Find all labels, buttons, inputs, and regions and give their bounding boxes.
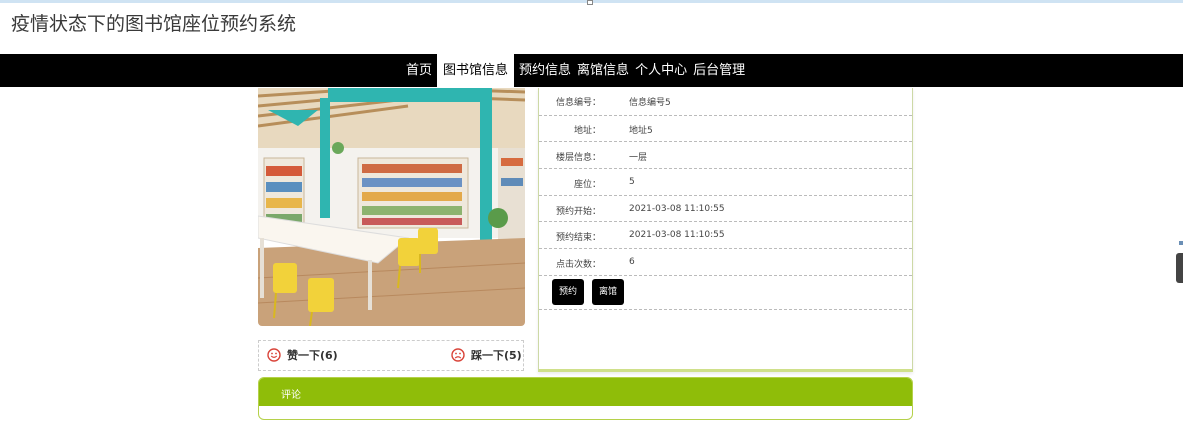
leave-button[interactable]: 离馆: [592, 279, 624, 305]
nav-personal-center[interactable]: 个人中心: [632, 54, 690, 87]
dislike-button[interactable]: 踩一下(5): [451, 347, 522, 363]
library-details-panel: 信息编号： 信息编号5 地址： 地址5 楼层信息： 一层 座位： 5 预约开始：…: [538, 88, 913, 372]
detail-value: 信息编号5: [629, 98, 671, 108]
reserve-button[interactable]: 预约: [552, 279, 584, 305]
site-title: 疫情状态下的图书馆座位预约系统: [11, 13, 297, 35]
detail-label: 预约开始：: [555, 207, 601, 217]
main-nav: 首页 图书馆信息 预约信息 离馆信息 个人中心 后台管理: [0, 54, 1183, 87]
edge-indicator: [1179, 241, 1183, 245]
detail-label: 预约结束：: [555, 233, 601, 243]
nav-home[interactable]: 首页: [403, 54, 435, 87]
detail-row: 预约开始： 2021-03-08 11:10:55: [539, 195, 912, 222]
detail-value: 2021-03-08 11:10:55: [629, 230, 725, 240]
like-label: 赞一下(6): [287, 349, 338, 362]
nav-leave-info[interactable]: 离馆信息: [574, 54, 632, 87]
detail-row: 信息编号： 信息编号5: [539, 88, 912, 116]
detail-value: 5: [629, 177, 635, 187]
detail-row: 地址： 地址5: [539, 115, 912, 142]
library-photo: [258, 88, 525, 326]
detail-value: 地址5: [629, 126, 653, 136]
detail-label: 点击次数：: [555, 260, 601, 270]
detail-row: 座位： 5: [539, 168, 912, 196]
vote-bar: 赞一下(6) 踩一下(5): [258, 340, 524, 371]
detail-value: 2021-03-08 11:10:55: [629, 204, 725, 214]
like-button[interactable]: 赞一下(6): [267, 347, 338, 363]
comment-section: 评论: [258, 377, 913, 420]
nav-reservation-info[interactable]: 预约信息: [516, 54, 574, 87]
comment-title: 评论: [281, 390, 301, 401]
detail-row: 预约结束： 2021-03-08 11:10:55: [539, 221, 912, 249]
comment-header: 评论: [259, 378, 912, 406]
frown-icon: [451, 348, 465, 362]
side-tab[interactable]: [1176, 253, 1183, 283]
nav-admin[interactable]: 后台管理: [690, 54, 748, 87]
smile-icon: [267, 348, 281, 362]
detail-row: 楼层信息： 一层: [539, 141, 912, 169]
detail-label: 座位：: [573, 180, 601, 190]
detail-value: 6: [629, 257, 635, 267]
detail-value: 一层: [629, 153, 648, 163]
detail-label: 地址：: [573, 126, 601, 136]
resize-handle[interactable]: [587, 0, 593, 5]
detail-label: 信息编号：: [555, 98, 601, 108]
detail-row: 点击次数： 6: [539, 248, 912, 276]
detail-label: 楼层信息：: [555, 153, 601, 163]
nav-library-info[interactable]: 图书馆信息: [437, 54, 515, 87]
dislike-label: 踩一下(5): [471, 349, 522, 362]
